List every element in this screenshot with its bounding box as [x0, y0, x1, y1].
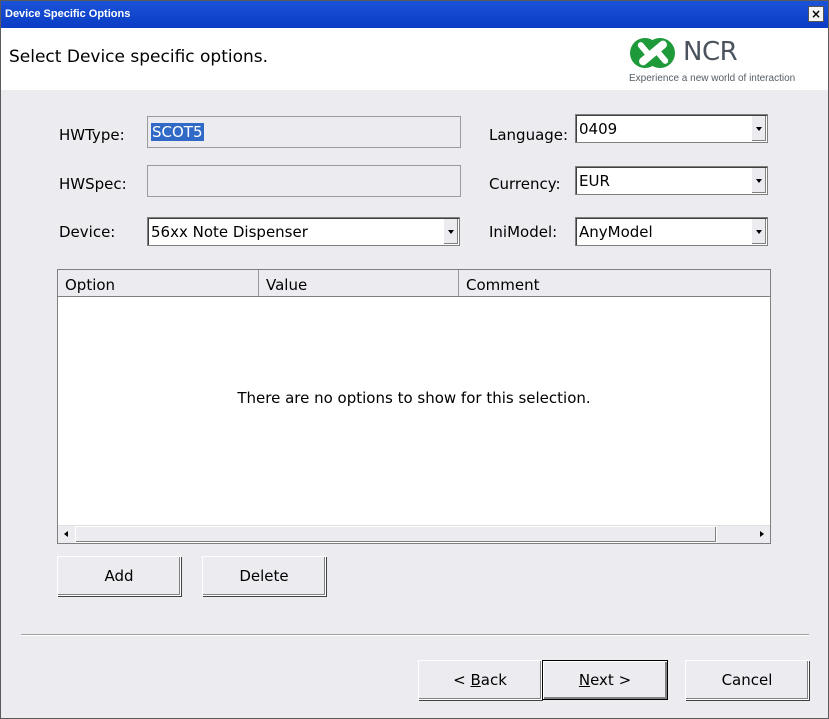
language-dropdown[interactable]: 0409: [575, 114, 768, 143]
arrow-right-icon: [760, 531, 764, 537]
column-header-option[interactable]: Option: [58, 270, 259, 296]
logo-wordmark: NCR: [683, 37, 738, 67]
inimodel-dropdown[interactable]: AnyModel: [575, 217, 768, 246]
ncr-logo: NCR Experience a new world of interactio…: [627, 35, 822, 87]
currency-dropdown-button[interactable]: [751, 168, 766, 193]
chevron-down-icon: [448, 230, 454, 234]
table-header: Option Value Comment: [58, 270, 770, 297]
options-table[interactable]: Option Value Comment There are no option…: [57, 269, 771, 544]
device-label: Device:: [59, 223, 116, 241]
scroll-left-button[interactable]: [58, 526, 75, 543]
next-button[interactable]: Next >: [542, 660, 668, 700]
cancel-button[interactable]: Cancel: [685, 660, 809, 700]
device-dropdown-button[interactable]: [443, 219, 458, 244]
delete-button[interactable]: Delete: [202, 556, 326, 596]
header-text: Select Device specific options.: [9, 47, 269, 67]
hwtype-value: SCOT5: [151, 123, 204, 141]
divider: [21, 634, 809, 636]
device-dropdown[interactable]: 56xx Note Dispenser: [147, 217, 460, 246]
currency-label: Currency:: [489, 175, 561, 193]
language-dropdown-button[interactable]: [751, 116, 766, 141]
window-title: Device Specific Options: [5, 8, 131, 20]
language-value: 0409: [579, 120, 618, 138]
scroll-right-button[interactable]: [753, 526, 770, 543]
empty-message: There are no options to show for this se…: [237, 389, 591, 407]
title-bar[interactable]: Device Specific Options ×: [1, 1, 828, 28]
chevron-down-icon: [756, 230, 762, 234]
currency-value: EUR: [579, 172, 610, 190]
column-header-value[interactable]: Value: [259, 270, 459, 296]
ncr-logo-mark-icon: [630, 38, 675, 68]
hwtype-field[interactable]: SCOT5: [147, 116, 461, 148]
arrow-left-icon: [64, 531, 68, 537]
hwtype-label: HWType:: [59, 126, 125, 144]
back-button-label: ack: [480, 671, 507, 689]
back-button[interactable]: < Back: [418, 660, 542, 700]
back-button-prefix: <: [453, 671, 471, 689]
inimodel-dropdown-button[interactable]: [751, 219, 766, 244]
device-value: 56xx Note Dispenser: [151, 223, 308, 241]
hwspec-label: HWSpec:: [59, 175, 127, 193]
scrollbar-thumb[interactable]: [75, 526, 717, 543]
close-button[interactable]: ×: [808, 6, 824, 22]
inimodel-value: AnyModel: [579, 223, 653, 241]
horizontal-scrollbar[interactable]: [58, 525, 770, 543]
back-button-mnemonic: B: [470, 671, 481, 689]
chevron-down-icon: [756, 127, 762, 131]
logo-tagline: Experience a new world of interaction: [629, 73, 796, 84]
device-options-dialog: Device Specific Options × Select Device …: [0, 0, 829, 719]
header-banner: Select Device specific options. NCR Expe…: [1, 28, 828, 90]
language-label: Language:: [489, 126, 569, 144]
column-header-comment[interactable]: Comment: [459, 270, 770, 296]
add-button[interactable]: Add: [57, 556, 181, 596]
next-button-mnemonic: N: [578, 671, 591, 689]
hwspec-field[interactable]: [147, 165, 461, 197]
chevron-down-icon: [756, 179, 762, 183]
close-icon: ×: [810, 7, 822, 21]
next-button-label: ext >: [590, 671, 632, 689]
inimodel-label: IniModel:: [489, 223, 558, 241]
currency-dropdown[interactable]: EUR: [575, 166, 768, 195]
